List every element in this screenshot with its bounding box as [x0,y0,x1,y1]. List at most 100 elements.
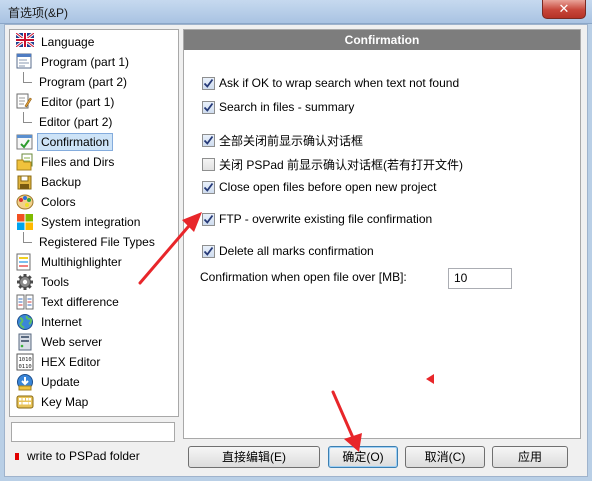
option-row[interactable]: 全部关闭前显示确认对话框 [202,132,363,149]
option-row[interactable]: Search in files - summary [202,100,354,114]
panel-header: Confirmation [184,30,580,50]
hex-editor-icon: 1010 0110 [16,353,34,371]
option-checkbox[interactable] [202,76,215,90]
close-button[interactable]: ✕ [542,0,586,19]
program-window-icon [16,53,34,71]
files-dirs-icon [16,153,34,171]
tree-item-internet[interactable]: Internet [12,312,176,332]
tree-item-label: System integration [41,215,141,229]
checkmark-icon [203,135,214,145]
multihighlighter-icon [16,253,34,271]
tree-item-tools[interactable]: Tools [12,272,176,292]
option-label: Ask if OK to wrap search when text not f… [219,76,460,90]
tree-item-label: Key Map [41,395,89,409]
settings-tree[interactable]: Language Program (part 1) Program (part 2)… [9,29,179,417]
tree-item-confirmation[interactable]: Confirmation [12,132,176,152]
ok-button[interactable]: 确定(O) [328,446,398,468]
text-difference-icon [16,293,34,311]
windows-logo-icon [16,213,34,231]
direct-edit-button[interactable]: 直接编辑(E) [188,446,320,468]
tree-item-update[interactable]: Update [12,372,176,392]
dialog-client: Language Program (part 1) Program (part 2)… [4,24,588,477]
confirmation-panel: Confirmation Ask if OK to wrap search wh… [183,29,581,439]
confirmation-icon [16,133,34,151]
option-row[interactable]: Delete all marks confirmation [202,244,374,258]
web-server-icon [16,333,34,351]
tree-item-files-and-dirs[interactable]: Files and Dirs [12,152,176,172]
checkmark-icon [203,246,214,256]
tree-item-label: Registered File Types [39,235,155,249]
svg-text:1010: 1010 [19,357,32,363]
tree-item-label: Editor (part 2) [39,115,113,129]
tree-item-program-part-2[interactable]: Program (part 2) [12,72,176,92]
option-label: 全部关闭前显示确认对话框 [219,134,364,148]
apply-button[interactable]: 应用 [492,446,568,468]
cancel-button[interactable]: 取消(C) [405,446,485,468]
option-label: 关闭 PSPad 前显示确认对话框(若有打开文件) [219,158,464,172]
tree-item-label: Backup [41,175,82,189]
tree-item-program-part-1[interactable]: Program (part 1) [12,52,176,72]
backup-icon [16,173,34,191]
tree-item-editor-part-2[interactable]: Editor (part 2) [12,112,176,132]
window-title: 首选项(&P) [8,6,69,20]
tree-item-label: Editor (part 1) [41,95,115,109]
tree-search-input[interactable] [11,422,175,442]
tree-item-editor-part-1[interactable]: Editor (part 1) [12,92,176,112]
globe-icon [16,313,34,331]
tree-item-label: Language [41,35,95,49]
tree-item-backup[interactable]: Backup [12,172,176,192]
option-row[interactable]: Close open files before open new project [202,180,436,194]
option-checkbox[interactable] [202,134,215,147]
tree-item-label: Confirmation [36,133,114,151]
option-checkbox[interactable] [202,158,215,171]
option-checkbox[interactable] [202,212,215,226]
title-bar: 首选项(&P) ✕ [0,0,592,24]
tree-item-label: Web server [41,335,103,349]
option-checkbox[interactable] [202,244,215,258]
editor-pencil-icon [16,93,34,111]
tree-item-registered-file-types[interactable]: Registered File Types [12,232,176,252]
option-row[interactable]: 关闭 PSPad 前显示确认对话框(若有打开文件) [202,156,463,173]
tree-branch-line [20,112,34,132]
option-label: FTP - overwrite existing file confirmati… [219,212,433,226]
close-icon: ✕ [558,1,570,16]
tree-item-label: Multihighlighter [41,255,122,269]
update-icon [16,373,34,391]
option-label: Search in files - summary [219,100,355,114]
option-row[interactable]: Ask if OK to wrap search when text not f… [202,76,459,90]
checkmark-icon [203,102,214,112]
svg-text:0110: 0110 [19,364,32,370]
tree-item-key-map[interactable]: Key Map [12,392,176,412]
tree-item-label: Internet [41,315,82,329]
tree-item-colors[interactable]: Colors [12,192,176,212]
tree-item-label: Program (part 2) [39,75,128,89]
keyboard-icon [16,393,34,411]
tree-branch-line [20,72,34,92]
option-row[interactable]: FTP - overwrite existing file confirmati… [202,212,432,226]
storage-note-text: write to PSPad folder [27,449,140,463]
gear-icon [16,273,34,291]
option-checkbox[interactable] [202,180,215,194]
tree-item-multihighlighter[interactable]: Multihighlighter [12,252,176,272]
tree-item-hex-editor[interactable]: 1010 0110 HEX Editor [12,352,176,372]
tree-item-label: Program (part 1) [41,55,130,69]
tree-item-label: Text difference [41,295,119,309]
option-label: Close open files before open new project [219,180,437,194]
tree-item-system-integration[interactable]: System integration [12,212,176,232]
tree-item-label: Update [41,375,80,389]
tree-item-label: Files and Dirs [41,155,115,169]
tree-item-label: Colors [41,195,76,209]
tree-branch-line [20,232,34,252]
checkmark-icon [203,78,214,88]
tree-item-language[interactable]: Language [12,31,176,52]
tree-item-label: HEX Editor [41,355,101,369]
tree-item-label: Tools [41,275,70,289]
tree-item-web-server[interactable]: Web server [12,332,176,352]
tree-item-text-difference[interactable]: Text difference [12,292,176,312]
option-label: Delete all marks confirmation [219,244,374,258]
size-threshold-label: Confirmation when open file over [MB]: [200,270,407,284]
option-checkbox[interactable] [202,100,215,114]
colors-palette-icon [16,193,34,211]
size-threshold-row: Confirmation when open file over [MB]: [200,270,407,284]
size-threshold-input[interactable]: 10 [448,268,512,289]
